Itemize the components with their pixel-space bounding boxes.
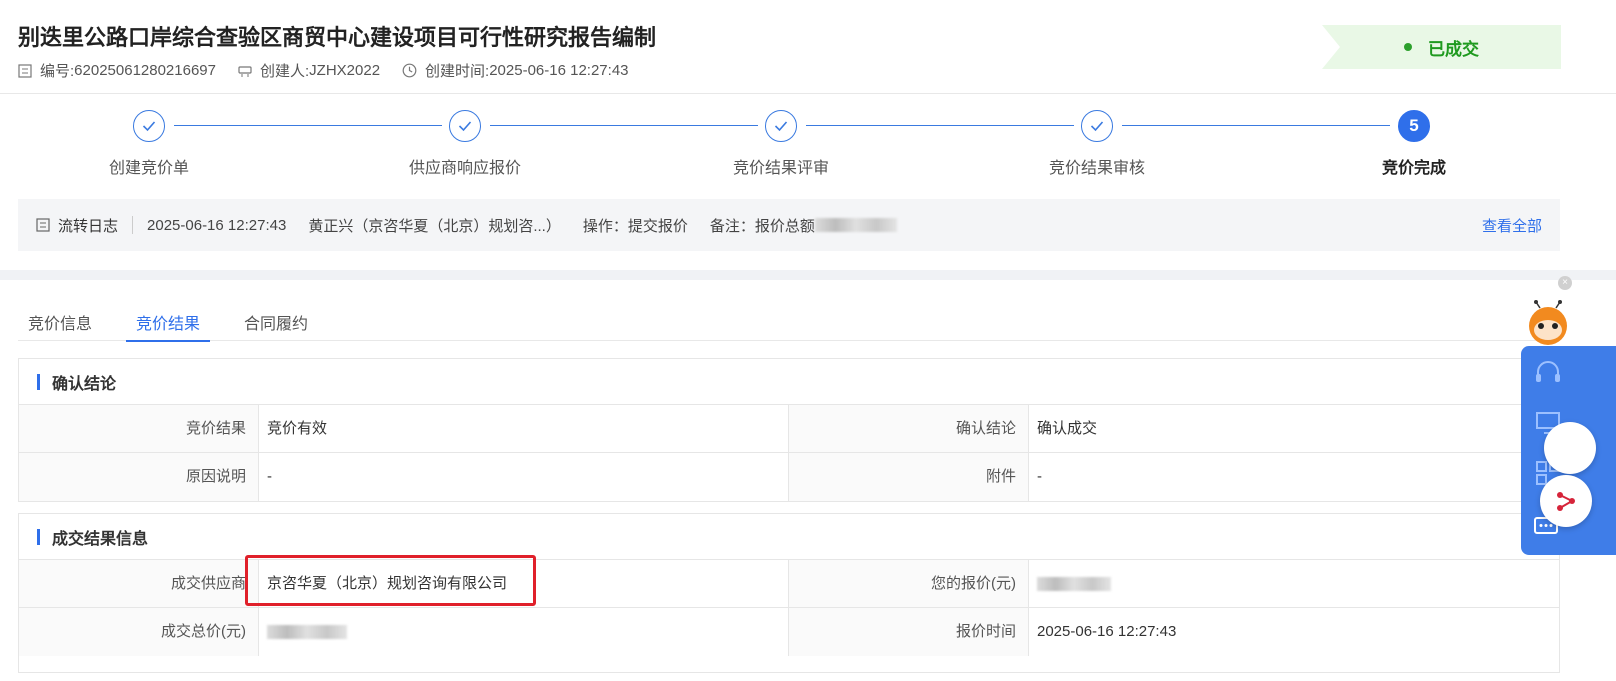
meta-number: 编号: 62025061280216697 xyxy=(18,60,216,81)
mascot-icon[interactable] xyxy=(1526,300,1570,348)
document-icon xyxy=(18,63,32,78)
step-connector xyxy=(490,125,758,126)
title-accent-bar xyxy=(37,373,40,390)
creator-label: 创建人: xyxy=(260,63,310,80)
clock-icon xyxy=(402,63,417,78)
field-label: 成交供应商 xyxy=(19,560,259,607)
table-row: 原因说明 - 附件 - xyxy=(19,453,1559,501)
creator-value: JZHX2022 xyxy=(309,62,381,79)
tab-bar: 竞价信息 竞价结果 合同履约 xyxy=(18,300,1560,342)
meta-creator: 创建人: JZHX2022 xyxy=(238,60,380,81)
field-label: 原因说明 xyxy=(19,453,259,501)
field-label: 您的报价(元) xyxy=(789,560,1029,607)
close-icon[interactable]: × xyxy=(1558,276,1572,290)
table-row: 竞价结果 竞价有效 确认结论 确认成交 xyxy=(19,405,1559,453)
title-accent-bar xyxy=(37,528,40,545)
flow-log-bar: 流转日志 2025-06-16 12:27:43 黄正兴（京咨华夏（北京）规划咨… xyxy=(18,199,1560,251)
table-row: 成交总价(元) 报价时间 2025-06-16 12:27:43 xyxy=(19,608,1559,656)
flow-log-title: 流转日志 xyxy=(18,215,132,236)
step-2-label: 供应商响应报价 xyxy=(408,160,522,177)
page-header: 别迭里公路口岸综合查验区商贸中心建设项目可行性研究报告编制 编号: 620250… xyxy=(0,0,1616,94)
tab-contract[interactable]: 合同履约 xyxy=(234,300,318,341)
page-title: 别迭里公路口岸综合查验区商贸中心建设项目可行性研究报告编制 xyxy=(18,25,657,50)
log-icon xyxy=(36,218,50,232)
number-label: 编号: xyxy=(40,63,75,80)
creator-icon xyxy=(238,65,252,77)
status-dot xyxy=(1404,43,1412,51)
status-badge: 已成交 xyxy=(1322,25,1561,69)
step-1-label: 创建竞价单 xyxy=(108,160,190,177)
log-title-text: 流转日志 xyxy=(58,217,119,235)
quote-time-value: 2025-06-16 12:27:43 xyxy=(1037,623,1177,640)
log-time: 2025-06-16 12:27:43 xyxy=(147,216,287,234)
step-connector xyxy=(806,125,1074,126)
redacted-total xyxy=(259,608,789,656)
number-value: 62025061280216697 xyxy=(74,62,216,79)
log-remark: 备注：报价总额 xyxy=(709,217,815,235)
deal-title: 成交结果信息 xyxy=(52,530,149,548)
step-1-check-icon xyxy=(133,110,165,142)
step-5-number: 5 xyxy=(1398,110,1430,142)
redacted-price xyxy=(1029,560,1559,607)
divider xyxy=(132,216,134,234)
section-separator xyxy=(0,270,1616,280)
field-label: 报价时间 xyxy=(789,608,1029,656)
field-value: 竞价有效 xyxy=(259,405,789,452)
redacted-amount xyxy=(814,218,897,232)
field-label: 确认结论 xyxy=(789,405,1029,452)
status-text: 已成交 xyxy=(1428,39,1479,59)
section-title: 成交结果信息 xyxy=(19,514,1559,560)
confirm-section: 确认结论 竞价结果 竞价有效 确认结论 确认成交 原因说明 - 附件 - xyxy=(18,358,1560,502)
step-2-check-icon xyxy=(449,110,481,142)
step-3-check-icon xyxy=(765,110,797,142)
view-all-link[interactable]: 查看全部 xyxy=(1482,215,1542,236)
meta-info: 编号: 62025061280216697 创建人: JZHX2022 创建时间… xyxy=(18,60,651,81)
step-4-check-icon xyxy=(1081,110,1113,142)
translate-button[interactable] xyxy=(1544,422,1596,474)
headset-icon[interactable] xyxy=(1533,358,1563,388)
field-value: - xyxy=(259,453,789,501)
step-connector xyxy=(1122,125,1390,126)
created-value: 2025-06-16 12:27:43 xyxy=(489,62,629,79)
network-icon xyxy=(1557,492,1575,511)
step-5-label: 竞价完成 xyxy=(1381,160,1447,177)
tab-bid-result[interactable]: 竞价结果 xyxy=(126,300,211,342)
section-title: 确认结论 xyxy=(19,359,1559,405)
meta-created-time: 创建时间: 2025-06-16 12:27:43 xyxy=(402,60,629,81)
created-label: 创建时间: xyxy=(425,63,490,80)
log-actor: 黄正兴（京咨华夏（北京）规划咨...） xyxy=(308,217,561,235)
field-label: 附件 xyxy=(789,453,1029,501)
log-operation: 操作：提交报价 xyxy=(582,217,688,235)
app-button[interactable] xyxy=(1540,475,1592,527)
confirm-title: 确认结论 xyxy=(52,375,117,393)
step-3-label: 竞价结果评审 xyxy=(732,160,830,177)
field-value: - xyxy=(1037,468,1042,485)
field-label: 竞价结果 xyxy=(19,405,259,452)
tab-bid-info[interactable]: 竞价信息 xyxy=(18,300,102,341)
step-4-label: 竞价结果审核 xyxy=(1048,160,1146,177)
field-value: 确认成交 xyxy=(1037,420,1098,437)
highlight-annotation xyxy=(245,555,536,606)
field-label: 成交总价(元) xyxy=(19,608,259,656)
step-connector xyxy=(174,125,442,126)
